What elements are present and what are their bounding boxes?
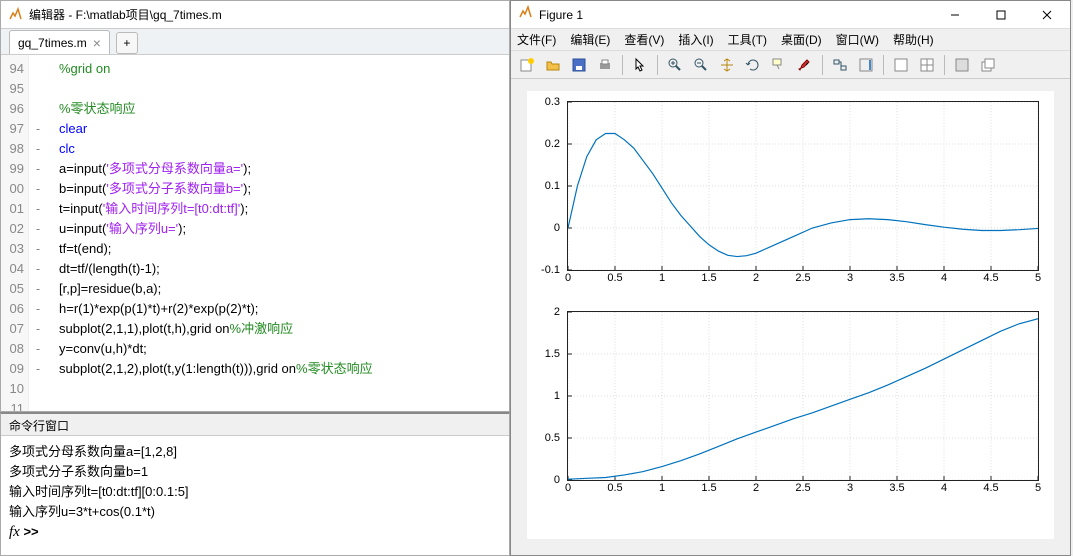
matlab-logo-icon	[7, 7, 23, 23]
print-icon[interactable]	[593, 54, 617, 76]
minimize-button[interactable]	[932, 1, 978, 29]
subplot-1[interactable]: -0.100.10.20.3 00.511.522.533.544.55	[567, 101, 1039, 271]
code-content[interactable]: %grid on %零状态响应 clear clc a=input('多项式分母…	[47, 55, 509, 411]
command-window-title: 命令行窗口	[1, 414, 509, 436]
line-gutter: 949596979899000102030405060708091011	[1, 55, 29, 411]
rotate-icon[interactable]	[741, 54, 765, 76]
menu-item[interactable]: 插入(I)	[678, 31, 713, 48]
command-window: 命令行窗口 多项式分母系数向量a=[1,2,8] 多项式分子系数向量b=1 输入…	[0, 412, 510, 556]
fold-gutter: -------------	[29, 55, 47, 411]
zoom-out-icon[interactable]	[689, 54, 713, 76]
link-icon[interactable]	[828, 54, 852, 76]
brush-icon[interactable]	[793, 54, 817, 76]
cmd-line: 输入时间序列t=[t0:dt:tf][0:0.1:5]	[9, 482, 503, 502]
figure-titlebar: Figure 1	[511, 1, 1070, 29]
editor-window: 编辑器 - F:\matlab项目\gq_7times.m gq_7times.…	[0, 0, 510, 412]
open-icon[interactable]	[541, 54, 565, 76]
menu-item[interactable]: 帮助(H)	[893, 31, 934, 48]
undock-icon[interactable]	[976, 54, 1000, 76]
datatip-icon[interactable]	[767, 54, 791, 76]
colorbar-icon[interactable]	[854, 54, 878, 76]
figure-title: Figure 1	[539, 8, 583, 22]
menu-item[interactable]: 文件(F)	[517, 31, 556, 48]
new-figure-icon[interactable]	[515, 54, 539, 76]
figure-window: Figure 1 文件(F) 编辑(E) 查看(V) 插入(I) 工具(T) 桌面(D) 窗…	[510, 0, 1071, 556]
cmd-line: 多项式分子系数向量b=1	[9, 462, 503, 482]
new-tab-button[interactable]: +	[116, 32, 138, 54]
plot-area: -0.100.10.20.3 00.511.522.533.544.55 00.…	[527, 91, 1054, 539]
zoom-in-icon[interactable]	[663, 54, 687, 76]
tab-bar: gq_7times.m × +	[1, 29, 509, 55]
layout-icon[interactable]	[915, 54, 939, 76]
menu-item[interactable]: 工具(T)	[728, 31, 767, 48]
tab-label: gq_7times.m	[18, 36, 87, 50]
save-icon[interactable]	[567, 54, 591, 76]
dock-icon[interactable]	[950, 54, 974, 76]
code-area[interactable]: 949596979899000102030405060708091011 ---…	[1, 55, 509, 411]
close-button[interactable]	[1024, 1, 1070, 29]
cmd-line: 输入序列u=3*t+cos(0.1*t)	[9, 502, 503, 522]
menu-item[interactable]: 桌面(D)	[781, 31, 822, 48]
menu-item[interactable]: 编辑(E)	[570, 31, 610, 48]
editor-titlebar: 编辑器 - F:\matlab项目\gq_7times.m	[1, 1, 509, 29]
close-icon[interactable]: ×	[93, 35, 101, 51]
subplot-2[interactable]: 00.511.52 00.511.522.533.544.55	[567, 311, 1039, 481]
menu-item[interactable]: 窗口(W)	[836, 31, 879, 48]
cmd-line: 多项式分母系数向量a=[1,2,8]	[9, 442, 503, 462]
tab-gq-7times[interactable]: gq_7times.m ×	[9, 30, 110, 54]
editor-title-text: 编辑器 - F:\matlab项目\gq_7times.m	[29, 6, 222, 23]
matlab-logo-icon	[517, 5, 533, 24]
command-prompt: >>	[23, 524, 38, 539]
figure-menubar: 文件(F) 编辑(E) 查看(V) 插入(I) 工具(T) 桌面(D) 窗口(W) 帮助(H)	[511, 29, 1070, 51]
legend-icon[interactable]	[889, 54, 913, 76]
figure-toolbar	[511, 51, 1070, 79]
menu-item[interactable]: 查看(V)	[624, 31, 664, 48]
command-window-body[interactable]: 多项式分母系数向量a=[1,2,8] 多项式分子系数向量b=1 输入时间序列t=…	[1, 436, 509, 542]
maximize-button[interactable]	[978, 1, 1024, 29]
pan-icon[interactable]	[715, 54, 739, 76]
pointer-icon[interactable]	[628, 54, 652, 76]
